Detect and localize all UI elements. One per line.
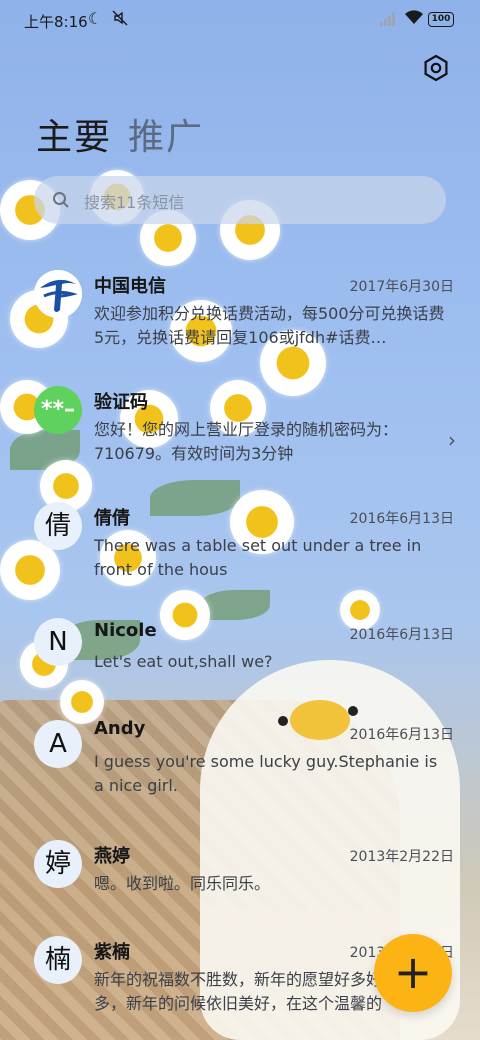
conversation-row[interactable]: **– 验证码 您好！您的网上营业厅登录的随机密码为：710679。有效时间为3…: [0, 372, 480, 488]
message-preview: I guess you're some lucky guy.Stephanie …: [94, 752, 438, 795]
avatar: 倩: [34, 502, 82, 550]
search-icon: [52, 191, 70, 209]
do-not-disturb-icon: ☾: [88, 9, 103, 28]
settings-gear-icon[interactable]: [422, 54, 450, 82]
message-date: 2017年6月30日: [349, 279, 454, 295]
battery-indicator: 100: [428, 12, 454, 27]
mute-icon: [112, 10, 128, 30]
contact-name: 倩倩: [94, 508, 130, 529]
message-preview: 欢迎参加积分兑换话费活动，每500分可兑换话费5元，兑换话费请回复106或jfd…: [94, 304, 445, 347]
message-preview: Let's eat out,shall we?: [94, 652, 273, 671]
conversation-row[interactable]: 倩 倩倩 2016年6月13日 There was a table set ou…: [0, 488, 480, 604]
verification-code-avatar: **–: [34, 386, 82, 434]
conversation-row[interactable]: A Andy 2016年6月13日 I guess you're some lu…: [0, 718, 480, 826]
china-telecom-logo-icon: [34, 270, 82, 318]
conversation-row[interactable]: N Nicole 2016年6月13日 Let's eat out,shall …: [0, 604, 480, 720]
search-placeholder: 搜索11条短信: [84, 193, 185, 212]
avatar: 婷: [34, 840, 82, 888]
message-preview: There was a table set out under a tree i…: [94, 536, 422, 579]
contact-name: Nicole: [94, 620, 157, 641]
search-bar[interactable]: 搜索11条短信: [34, 176, 446, 224]
chevron-right-icon[interactable]: ›: [448, 428, 456, 452]
message-date: 2013年2月22日: [349, 849, 454, 865]
message-date: 2016年6月13日: [349, 627, 454, 643]
contact-name: 紫楠: [94, 942, 130, 963]
conversation-row[interactable]: 中国电信 2017年6月30日 欢迎参加积分兑换话费活动，每500分可兑换话费5…: [0, 256, 480, 372]
avatar: N: [34, 618, 82, 666]
contact-name: 中国电信: [94, 276, 166, 297]
message-date: 2016年6月13日: [349, 727, 454, 743]
tab-promotions[interactable]: 推广: [128, 117, 204, 158]
cell-signal-icon: [380, 12, 396, 26]
avatar: 楠: [34, 936, 82, 984]
message-date: 2016年6月13日: [349, 511, 454, 527]
wifi-icon: [404, 9, 424, 30]
status-bar: 上午8:16 ☾ 100: [0, 0, 480, 40]
contact-name: Andy: [94, 718, 146, 739]
conversation-list: 中国电信 2017年6月30日 欢迎参加积分兑换话费活动，每500分可兑换话费5…: [0, 256, 480, 1038]
conversation-row[interactable]: 婷 燕婷 2013年2月22日 嗯。收到啦。同乐同乐。: [0, 826, 480, 922]
message-preview: 您好！您的网上营业厅登录的随机密码为：710679。有效时间为3分钟: [94, 420, 399, 463]
status-time: 上午8:16: [24, 13, 88, 31]
avatar: A: [34, 720, 82, 768]
contact-name: 验证码: [94, 392, 148, 413]
message-preview: 新年的祝福数不胜数，新年的愿望好多好多，新年的问候依旧美好，在这个温馨的日子: [94, 970, 383, 1013]
category-tabs: 主要 推广: [36, 108, 204, 160]
new-message-button[interactable]: +: [374, 934, 452, 1012]
tab-main[interactable]: 主要: [36, 117, 112, 158]
message-preview: 嗯。收到啦。同乐同乐。: [94, 874, 271, 893]
contact-name: 燕婷: [94, 846, 130, 867]
